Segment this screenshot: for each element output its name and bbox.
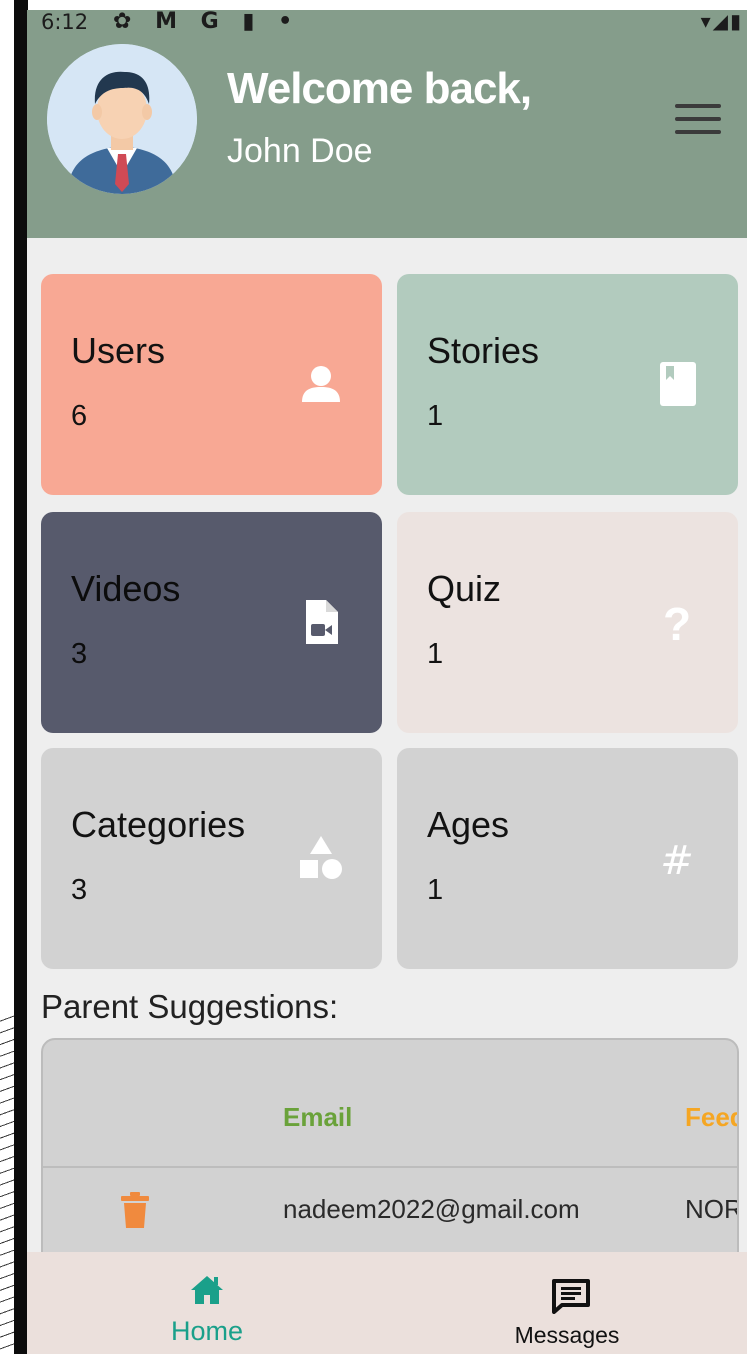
person-icon [296, 360, 346, 410]
nav-messages[interactable]: Messages [387, 1252, 747, 1354]
hash-icon: # [652, 834, 702, 884]
hamburger-menu-icon[interactable] [675, 104, 725, 138]
status-notification-icons: ✿ M G ▮ • [113, 10, 301, 34]
row-divider [43, 1166, 737, 1168]
card-quiz[interactable]: Quiz 1 ? [397, 512, 738, 733]
nav-messages-label: Messages [514, 1322, 620, 1348]
question-icon: ? [652, 598, 702, 650]
svg-text:?: ? [663, 598, 691, 648]
shapes-icon [296, 834, 346, 884]
column-header-email: Email [283, 1102, 353, 1132]
user-name: John Doe [227, 132, 373, 170]
delete-trash-icon[interactable] [121, 1192, 149, 1228]
nav-home[interactable]: Home [27, 1252, 387, 1354]
home-icon [189, 1274, 229, 1312]
card-title: Ages [427, 804, 510, 845]
card-users[interactable]: Users 6 [41, 274, 382, 495]
welcome-heading: Welcome back, [227, 64, 532, 113]
card-count: 1 [427, 400, 444, 432]
status-time: 6:12 [41, 10, 89, 34]
card-count: 3 [71, 874, 88, 906]
message-icon [551, 1278, 591, 1316]
svg-text:#: # [660, 838, 694, 884]
section-title-parent-suggestions: Parent Suggestions: [41, 988, 339, 1025]
card-count: 1 [427, 638, 444, 670]
device-frame [14, 0, 28, 1354]
card-videos[interactable]: Videos 3 [41, 512, 382, 733]
card-count: 1 [427, 874, 444, 906]
card-title: Videos [71, 568, 181, 609]
row-email: nadeem2022@gmail.com [283, 1194, 580, 1224]
column-header-feedback: Feed [685, 1102, 737, 1132]
card-title: Users [71, 330, 166, 371]
card-count: 3 [71, 638, 88, 670]
card-title: Categories [71, 804, 246, 845]
header: 6:12 ✿ M G ▮ • ▾◢▮ Welcome back, John Do… [27, 10, 747, 238]
video-file-icon [296, 598, 346, 648]
bottom-navigation: Home Messages [27, 1252, 747, 1354]
nav-home-label: Home [170, 1316, 244, 1346]
avatar[interactable] [47, 44, 197, 194]
card-title: Quiz [427, 568, 502, 609]
card-ages[interactable]: Ages 1 # [397, 748, 738, 969]
book-icon [652, 360, 702, 410]
card-title: Stories [427, 330, 540, 371]
card-count: 6 [71, 400, 88, 432]
signal-battery-icon: ▾◢▮ [700, 10, 743, 33]
app-screen: 6:12 ✿ M G ▮ • ▾◢▮ Welcome back, John Do… [27, 10, 747, 1354]
card-categories[interactable]: Categories 3 [41, 748, 382, 969]
status-bar: 6:12 ✿ M G ▮ • ▾◢▮ [27, 10, 747, 40]
card-stories[interactable]: Stories 1 [397, 274, 738, 495]
row-feedback: NOR [685, 1194, 739, 1224]
